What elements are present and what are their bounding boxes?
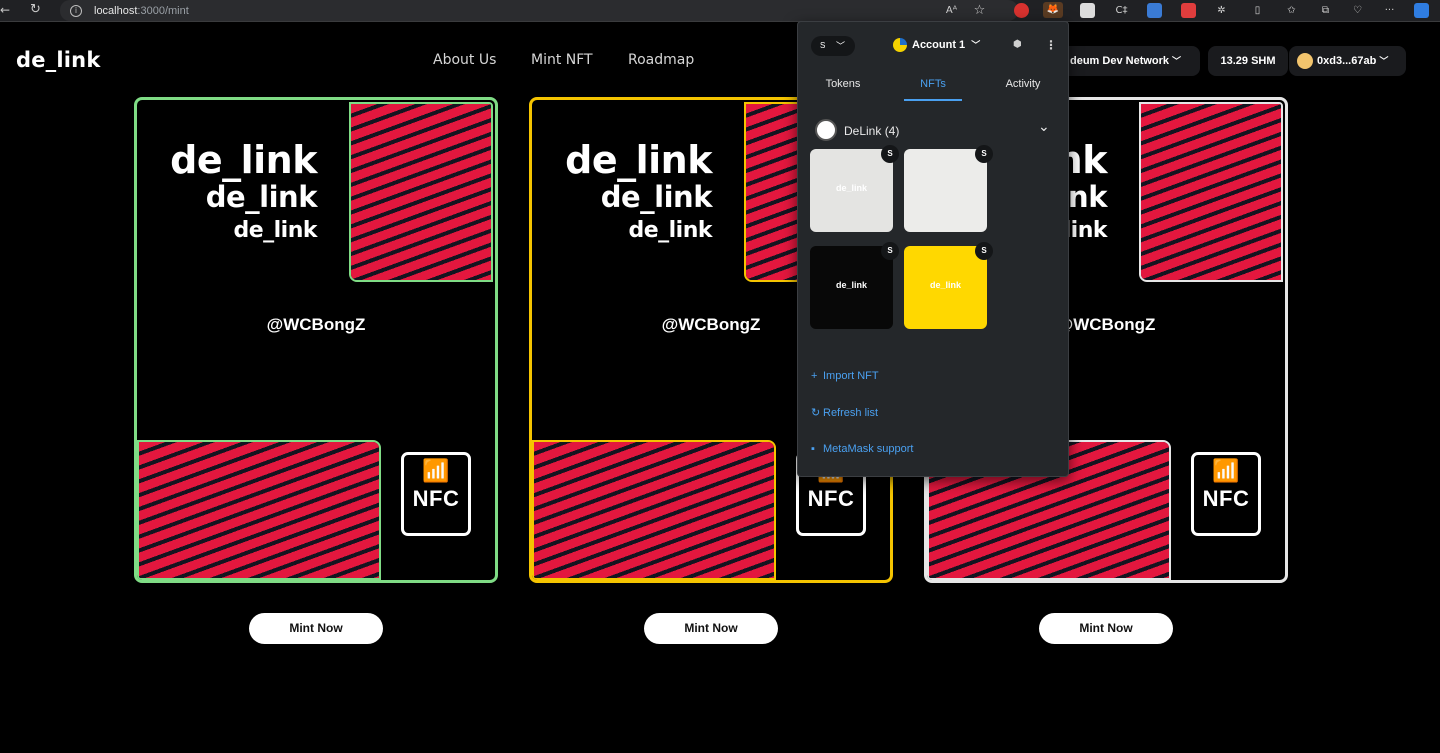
metamask-support-label: MetaMask support [823,443,914,455]
back-icon[interactable]: ← [0,3,10,17]
chevron-down-icon: ﹀ [971,40,981,50]
nft-card-green: de_link de_link de_link @WCBongZ 📶 NFC [134,97,498,583]
read-aloud-icon[interactable]: Aᴬ [944,3,959,18]
mm-account-selector[interactable]: Account 1 ﹀ [912,38,980,51]
balance-display[interactable]: 13.29 SHM [1208,46,1288,76]
nft-network-badge: S [881,242,899,260]
refresh-list-label: Refresh list [823,407,879,419]
nav-roadmap[interactable]: Roadmap [628,52,694,68]
wave-pattern-image [1139,102,1283,282]
metamask-popup: S ﹀ Account 1 ﹀ ⬢ ⋮ Tokens NFTs Activity … [797,21,1069,477]
connected-site-icon[interactable]: ⬢ [1013,39,1025,51]
account-avatar-icon [893,38,907,52]
tab-nfts[interactable]: NFTs [888,78,978,101]
kebab-menu-icon[interactable]: ⋮ [1045,38,1057,52]
favorite-star-icon[interactable]: ☆ [972,3,987,18]
nft-network-badge: S [881,145,899,163]
extension-icon-2[interactable] [1147,3,1162,18]
mint-now-button[interactable]: Mint Now [1039,613,1173,644]
browser-health-icon[interactable]: ♡ [1350,3,1365,18]
extensions-puzzle-icon[interactable]: ✲ [1214,3,1229,18]
reload-icon[interactable]: ↻ [30,2,44,17]
mm-network-selector[interactable]: S ﹀ [811,36,855,56]
browser-toolbar: ← ↻ i localhost:3000/mint Aᴬ ☆ 🦊 C‡ ✲ ▯ … [0,0,1440,22]
nft-label: de_link [835,280,867,290]
mm-account-name: Account 1 [912,39,966,51]
mint-now-button[interactable]: Mint Now [644,613,778,644]
nfc-badge: 📶 NFC [1191,452,1261,536]
url-path: :3000/mint [137,4,189,17]
nfc-badge: 📶 NFC [401,452,471,536]
import-nft-link[interactable]: + Import NFT [811,370,879,382]
nft-thumbnail[interactable]: S de_link [904,242,993,329]
chevron-down-icon[interactable]: ⌄ [1038,119,1050,135]
chevron-down-icon: ﹀ [1172,56,1182,66]
collection-avatar [815,119,837,141]
nft-label: de_link [835,183,867,193]
copilot-icon[interactable] [1414,3,1429,18]
nft-thumbnail[interactable]: S de_link [810,145,899,232]
nfc-label: NFC [1202,486,1250,511]
nav-mint-nft[interactable]: Mint NFT [531,52,593,68]
tab-activity[interactable]: Activity [978,78,1068,100]
nft-label: de_link [929,280,961,290]
account-button[interactable]: 0xd3...67ab ﹀ [1289,46,1406,76]
address-bar[interactable]: i localhost:3000/mint [60,0,1018,21]
import-nft-label: Import NFT [823,370,879,382]
split-screen-icon[interactable]: ▯ [1250,3,1265,18]
extension-icon-3[interactable] [1181,3,1196,18]
account-address: 0xd3...67ab [1317,55,1377,67]
favorites-icon[interactable]: ✩ [1284,3,1299,18]
extension-c-icon[interactable]: C‡ [1114,3,1129,18]
card-handle: @WCBongZ [266,315,366,334]
mm-tabs: Tokens NFTs Activity [798,78,1068,101]
tab-tokens[interactable]: Tokens [798,78,888,100]
nft-network-badge: S [975,145,993,163]
collections-icon[interactable]: ⧉ [1318,3,1333,18]
mm-network-label: S [820,41,826,50]
nfc-label: NFC [412,486,460,511]
refresh-list-link[interactable]: ↻ Refresh list [811,406,878,419]
extension-icon-1[interactable] [1080,3,1095,18]
wave-pattern-image [532,440,776,580]
refresh-icon: ↻ [811,407,821,419]
chevron-down-icon: ﹀ [836,41,846,51]
wave-pattern-image [137,440,381,580]
card-title-large: de_link [565,138,712,182]
network-label: deum Dev Network [1070,55,1170,67]
chevron-down-icon: ﹀ [1379,56,1389,66]
card-title-large: de_link [170,138,317,182]
settings-more-icon[interactable]: ··· [1382,3,1397,18]
metamask-support-link[interactable]: ▪ MetaMask support [811,443,913,455]
metamask-extension-icon[interactable]: 🦊 [1043,2,1063,18]
url-host: localhost [94,4,138,17]
nft-network-badge: S [975,242,993,260]
card-title-small: de_link [233,218,317,243]
chat-icon: ▪ [811,443,815,455]
nft-thumbnail[interactable]: S de_link [810,242,899,329]
mint-now-button[interactable]: Mint Now [249,613,383,644]
url-text: localhost:3000/mint [94,5,189,17]
wave-pattern-image [349,102,493,282]
avatar [1297,53,1313,69]
collection-name[interactable]: DeLink (4) [844,124,899,138]
wifi-icon: 📶 [1212,459,1240,484]
site-info-icon[interactable]: i [70,4,82,17]
wifi-icon: 📶 [422,459,450,484]
plus-icon: + [811,370,818,382]
nav-about-us[interactable]: About Us [433,52,496,68]
nfc-label: NFC [807,486,855,511]
nft-thumbnail[interactable]: S [904,145,993,232]
card-title-medium: de_link [205,180,318,214]
adblock-extension-icon[interactable] [1014,3,1029,18]
network-selector-button[interactable]: deum Dev Network ﹀ [1052,46,1200,76]
site-logo[interactable]: de_link [16,48,101,72]
card-title-small: de_link [628,218,712,243]
card-title-medium: de_link [600,180,713,214]
